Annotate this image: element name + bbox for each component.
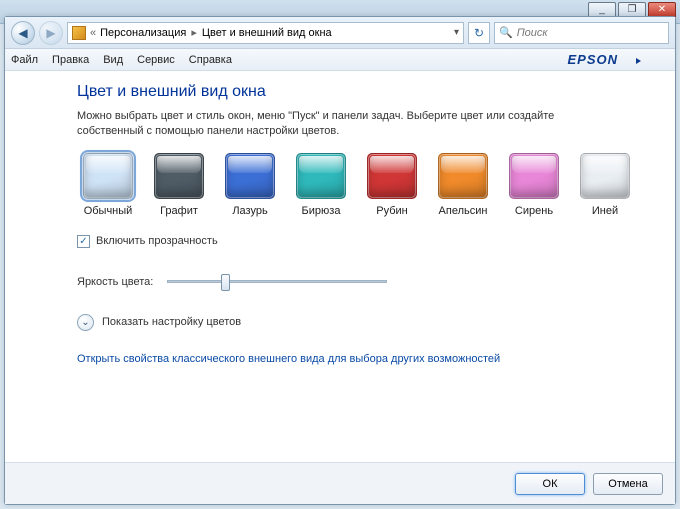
color-swatch-6[interactable]: Сирень: [503, 153, 565, 217]
menu-view[interactable]: Вид: [103, 54, 123, 66]
color-swatch-7[interactable]: Иней: [574, 153, 636, 217]
menu-file[interactable]: Файл: [11, 54, 38, 66]
search-icon: 🔍: [499, 26, 513, 39]
color-swatch-box[interactable]: [296, 153, 346, 199]
color-swatch-box[interactable]: [438, 153, 488, 199]
color-swatch-label: Бирюза: [290, 205, 352, 217]
brand-arrow-icon: [636, 58, 641, 64]
back-button[interactable]: ◀: [11, 21, 35, 45]
cancel-button[interactable]: Отмена: [593, 473, 663, 495]
brand-logo: EPSON: [567, 52, 655, 67]
search-input[interactable]: 🔍 Поиск: [494, 22, 669, 44]
color-swatch-label: Иней: [574, 205, 636, 217]
color-swatch-label: Графит: [148, 205, 210, 217]
refresh-button[interactable]: ↻: [468, 22, 490, 44]
color-swatch-box[interactable]: [580, 153, 630, 199]
intensity-row: Яркость цвета:: [77, 276, 675, 288]
breadcrumb-overflow[interactable]: «: [90, 27, 96, 39]
page-description: Можно выбрать цвет и стиль окон, меню "П…: [77, 109, 597, 139]
expand-button[interactable]: ⌄: [77, 314, 94, 331]
address-dropdown[interactable]: ▾: [454, 27, 459, 38]
transparency-row: ✓ Включить прозрачность: [77, 235, 675, 248]
chevron-down-icon: ⌄: [81, 317, 89, 328]
color-swatch-2[interactable]: Лазурь: [219, 153, 281, 217]
color-swatch-box[interactable]: [367, 153, 417, 199]
intensity-slider[interactable]: [167, 280, 387, 283]
color-swatch-box[interactable]: [154, 153, 204, 199]
color-swatch-box[interactable]: [509, 153, 559, 199]
show-mixer-label: Показать настройку цветов: [102, 316, 241, 328]
breadcrumb-personalization[interactable]: Персонализация: [100, 27, 186, 39]
color-swatch-label: Апельсин: [432, 205, 494, 217]
color-swatch-label: Сирень: [503, 205, 565, 217]
navigation-bar: ◀ ▶ « Персонализация ▸ Цвет и внешний ви…: [5, 17, 675, 49]
ok-button[interactable]: ОК: [515, 473, 585, 495]
color-swatch-0[interactable]: Обычный: [77, 153, 139, 217]
color-swatch-box[interactable]: [83, 153, 133, 199]
color-swatch-1[interactable]: Графит: [148, 153, 210, 217]
color-swatch-row: Обычный Графит Лазурь Бирюза Рубин Апельсин Си…: [77, 153, 675, 217]
intensity-label: Яркость цвета:: [77, 276, 153, 288]
menu-service[interactable]: Сервис: [137, 54, 175, 66]
color-swatch-label: Обычный: [77, 205, 139, 217]
color-swatch-5[interactable]: Апельсин: [432, 153, 494, 217]
search-placeholder: Поиск: [517, 27, 548, 39]
refresh-icon: ↻: [474, 26, 484, 40]
slider-thumb[interactable]: [221, 274, 230, 291]
color-swatch-box[interactable]: [225, 153, 275, 199]
color-swatch-3[interactable]: Бирюза: [290, 153, 352, 217]
forward-button[interactable]: ▶: [39, 21, 63, 45]
show-mixer-row[interactable]: ⌄ Показать настройку цветов: [77, 314, 675, 331]
color-swatch-label: Лазурь: [219, 205, 281, 217]
menu-bar: Файл Правка Вид Сервис Справка EPSON: [5, 49, 675, 71]
page-title: Цвет и внешний вид окна: [77, 83, 675, 101]
menu-help[interactable]: Справка: [189, 54, 232, 66]
folder-icon: [72, 26, 86, 40]
explorer-window: ◀ ▶ « Персонализация ▸ Цвет и внешний ви…: [4, 16, 676, 505]
transparency-checkbox[interactable]: ✓: [77, 235, 90, 248]
chevron-right-icon[interactable]: ▸: [191, 26, 197, 39]
transparency-label: Включить прозрачность: [96, 235, 218, 247]
address-bar[interactable]: « Персонализация ▸ Цвет и внешний вид ок…: [67, 22, 464, 44]
color-swatch-label: Рубин: [361, 205, 423, 217]
menu-edit[interactable]: Правка: [52, 54, 89, 66]
classic-appearance-link[interactable]: Открыть свойства классического внешнего …: [77, 353, 675, 365]
dialog-footer: ОК Отмена: [5, 462, 675, 504]
arrow-left-icon: ◀: [18, 26, 27, 40]
content-area: Цвет и внешний вид окна Можно выбрать цв…: [5, 71, 675, 462]
arrow-right-icon: ▶: [46, 26, 55, 40]
breadcrumb-window-color: Цвет и внешний вид окна: [202, 27, 332, 39]
color-swatch-4[interactable]: Рубин: [361, 153, 423, 217]
